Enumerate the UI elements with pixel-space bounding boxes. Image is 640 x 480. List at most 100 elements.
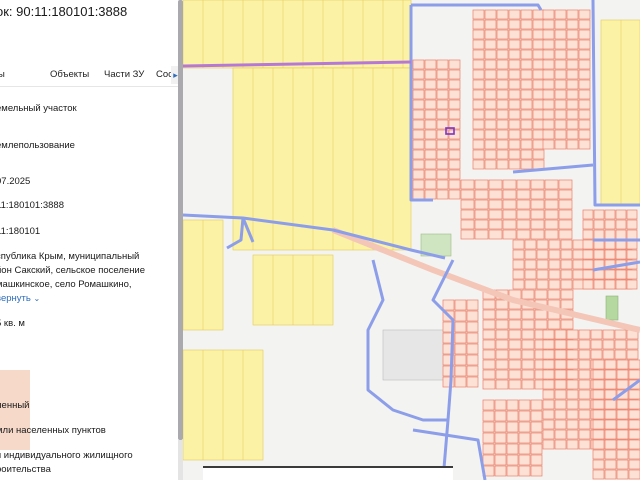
parcel xyxy=(532,119,545,130)
parcel xyxy=(532,139,545,150)
parcel xyxy=(572,269,585,280)
parcel xyxy=(604,399,617,410)
map-canvas[interactable] xyxy=(183,0,640,480)
parcel xyxy=(532,49,545,60)
parcel xyxy=(616,459,629,470)
parcel xyxy=(508,319,522,330)
parcel xyxy=(566,429,579,440)
parcel xyxy=(516,179,531,190)
parcel xyxy=(578,119,591,130)
parcel xyxy=(496,9,509,20)
parcel xyxy=(472,119,485,130)
parcel xyxy=(534,319,548,330)
parcel xyxy=(530,421,543,433)
parcel xyxy=(472,89,485,100)
parcel xyxy=(454,343,467,355)
parcel xyxy=(484,59,497,70)
green-area xyxy=(605,295,619,321)
parcel xyxy=(578,129,591,140)
parcel xyxy=(495,379,509,390)
parcel xyxy=(578,349,591,360)
parcel xyxy=(592,459,605,470)
parcel xyxy=(532,149,545,160)
parcel xyxy=(508,39,521,50)
tab-info[interactable]: ы xyxy=(0,69,5,80)
tab-parts[interactable]: Части ЗУ xyxy=(104,69,144,80)
parcel xyxy=(554,409,567,420)
parcel xyxy=(488,199,503,210)
parcel xyxy=(604,279,616,290)
parcel xyxy=(508,359,522,370)
collapse-link[interactable]: вернуть xyxy=(0,293,31,304)
parcel xyxy=(474,229,489,240)
parcel xyxy=(542,419,555,430)
parcel xyxy=(560,239,573,250)
parcel xyxy=(554,389,567,400)
parcel xyxy=(602,329,615,340)
parcel xyxy=(494,443,507,455)
parcel xyxy=(412,69,425,80)
parcel xyxy=(508,369,522,380)
parcel xyxy=(532,9,545,20)
parcel xyxy=(582,269,594,280)
parcel xyxy=(472,69,485,80)
parcel xyxy=(495,369,509,380)
parcel xyxy=(578,369,591,380)
parcel xyxy=(460,229,475,240)
parcel xyxy=(578,89,591,100)
parcel xyxy=(532,99,545,110)
parcel xyxy=(628,389,640,400)
parcel xyxy=(496,119,509,130)
parcel xyxy=(488,179,503,190)
tab-objects[interactable]: Объекты xyxy=(50,69,89,80)
parcel xyxy=(506,399,519,411)
parcel xyxy=(482,299,496,310)
parcel xyxy=(530,432,543,444)
parcel xyxy=(412,119,425,130)
parcel xyxy=(508,339,522,350)
parcel xyxy=(472,29,485,40)
parcel xyxy=(484,29,497,40)
parcel xyxy=(466,343,479,355)
parcel xyxy=(544,209,559,220)
parcel xyxy=(530,465,543,477)
chevron-down-icon[interactable]: ⌄ xyxy=(33,294,40,303)
parcel xyxy=(566,79,579,90)
cadastral-quarter-value: 11:180101 xyxy=(0,226,41,237)
parcel xyxy=(448,169,461,180)
parcel xyxy=(424,109,437,120)
parcel xyxy=(578,409,591,420)
parcel xyxy=(532,29,545,40)
parcel xyxy=(460,199,475,210)
parcel xyxy=(544,219,559,230)
parcel xyxy=(460,179,475,190)
parcel xyxy=(593,219,605,230)
parcel xyxy=(626,209,638,220)
parcel xyxy=(615,249,627,260)
parcel xyxy=(524,249,537,260)
parcel xyxy=(482,359,496,370)
parcel xyxy=(520,39,533,50)
parcel xyxy=(616,399,629,410)
parcel xyxy=(542,129,555,140)
parcel xyxy=(520,99,533,110)
parcel xyxy=(436,179,449,190)
parcel xyxy=(520,79,533,90)
cadastral-map[interactable] xyxy=(183,0,640,480)
parcel xyxy=(508,89,521,100)
parcel xyxy=(454,365,467,377)
parcel xyxy=(506,454,519,466)
parcel xyxy=(520,119,533,130)
parcel xyxy=(626,229,638,240)
parcel xyxy=(448,79,461,90)
cadastral-number-value: 11:180101:3888 xyxy=(0,200,64,211)
map-bottom-bar xyxy=(203,466,453,480)
parcel xyxy=(548,239,561,250)
parcel xyxy=(472,109,485,120)
parcel xyxy=(532,39,545,50)
parcel xyxy=(628,399,640,410)
parcel xyxy=(496,79,509,90)
parcel xyxy=(472,139,485,150)
parcel xyxy=(448,149,461,160)
parcel xyxy=(512,249,525,260)
